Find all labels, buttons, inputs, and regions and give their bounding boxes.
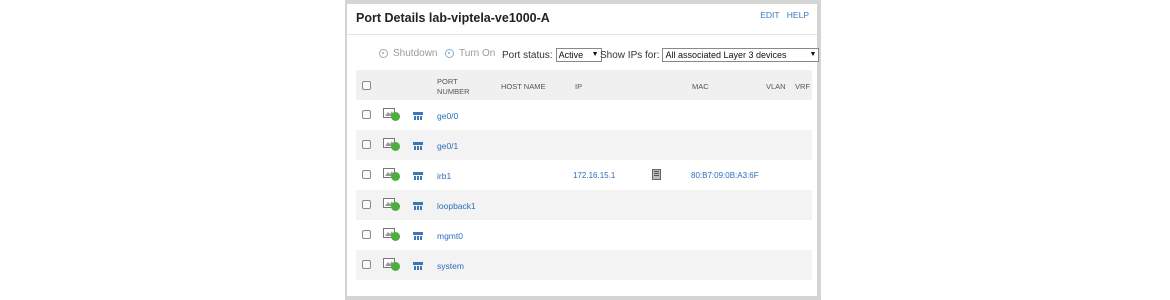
row-checkbox[interactable] (362, 200, 371, 209)
col-vrf[interactable]: VRF (795, 82, 810, 91)
ethernet-port-icon (413, 112, 423, 120)
header-links: EDIT HELP (755, 10, 809, 20)
ethernet-port-icon (413, 142, 423, 150)
col-mac[interactable]: MAC (692, 82, 709, 91)
show-ips-select[interactable]: All associated Layer 3 devices ▼ (662, 48, 820, 62)
port-link[interactable]: ge0/0 (437, 111, 458, 121)
row-checkbox[interactable] (362, 140, 371, 149)
port-status-label: Port status: (502, 49, 553, 61)
port-link[interactable]: ge0/1 (437, 141, 458, 151)
col-port-number[interactable]: PORT NUMBER (437, 77, 470, 97)
table-row: irb1 172.16.15.1 80:B7:09:0B:A3:6F (356, 160, 812, 190)
show-ips-filter: Show IPs for: All associated Layer 3 dev… (600, 48, 820, 62)
ethernet-port-icon (413, 262, 423, 270)
port-status-icon (383, 198, 400, 211)
port-status-filter: Port status: Active ▼ (502, 48, 602, 62)
ethernet-port-icon (413, 232, 423, 240)
table-header: PORT NUMBER HOST NAME IP MAC VLAN VRF (356, 70, 812, 100)
table-row: ge0/0 (356, 100, 812, 130)
row-checkbox[interactable] (362, 230, 371, 239)
dropdown-arrow-icon: ▼ (591, 51, 599, 58)
server-icon[interactable] (652, 169, 661, 180)
toolbar: Shutdown Turn On Port status: Active ▼ S… (347, 48, 820, 64)
show-ips-label: Show IPs for: (600, 49, 660, 61)
table-body: ge0/0 ge0/1 irb1 172.16.15.1 80:B7:09:0B:A3:… (356, 100, 812, 280)
col-port-number-line2: NUMBER (437, 87, 470, 96)
show-ips-value: All associated Layer 3 devices (665, 50, 787, 60)
ip-link[interactable]: 172.16.15.1 (573, 171, 615, 180)
turn-on-button[interactable]: Turn On (445, 48, 495, 59)
port-link[interactable]: irb1 (437, 171, 451, 181)
col-ip[interactable]: IP (575, 82, 582, 91)
col-port-number-line1: PORT (437, 77, 458, 86)
ports-table: PORT NUMBER HOST NAME IP MAC VLAN VRF ge… (356, 70, 812, 280)
port-details-panel: Port Details lab-viptela-ve1000-A EDIT H… (347, 4, 820, 296)
panel-header: Port Details lab-viptela-ve1000-A EDIT H… (347, 4, 817, 35)
port-status-icon (383, 108, 400, 121)
select-all-checkbox[interactable] (362, 81, 371, 90)
table-row: loopback1 (356, 190, 812, 220)
power-on-icon (445, 49, 454, 58)
turn-on-label: Turn On (459, 48, 496, 59)
ethernet-port-icon (413, 202, 423, 210)
shutdown-label: Shutdown (393, 48, 438, 59)
port-link[interactable]: system (437, 261, 464, 271)
panel-title: Port Details lab-viptela-ve1000-A (356, 11, 550, 25)
port-status-icon (383, 258, 400, 271)
col-host-name[interactable]: HOST NAME (501, 82, 545, 91)
port-status-icon (383, 168, 400, 181)
port-status-icon (383, 228, 400, 241)
port-status-value: Active (558, 50, 584, 60)
row-checkbox[interactable] (362, 260, 371, 269)
table-row: ge0/1 (356, 130, 812, 160)
mac-link[interactable]: 80:B7:09:0B:A3:6F (691, 171, 759, 180)
dropdown-arrow-icon: ▼ (809, 51, 817, 58)
edit-link[interactable]: EDIT (760, 10, 779, 20)
table-row: system (356, 250, 812, 280)
col-vlan[interactable]: VLAN (766, 82, 786, 91)
port-status-select[interactable]: Active ▼ (555, 48, 602, 62)
help-link[interactable]: HELP (787, 10, 809, 20)
panel-frame: Port Details lab-viptela-ve1000-A EDIT H… (345, 0, 821, 300)
ethernet-port-icon (413, 172, 423, 180)
row-checkbox[interactable] (362, 110, 371, 119)
power-icon (379, 49, 388, 58)
port-status-icon (383, 138, 400, 151)
port-link[interactable]: loopback1 (437, 201, 476, 211)
shutdown-button[interactable]: Shutdown (379, 48, 437, 59)
table-row: mgmt0 (356, 220, 812, 250)
row-checkbox[interactable] (362, 170, 371, 179)
port-link[interactable]: mgmt0 (437, 231, 463, 241)
